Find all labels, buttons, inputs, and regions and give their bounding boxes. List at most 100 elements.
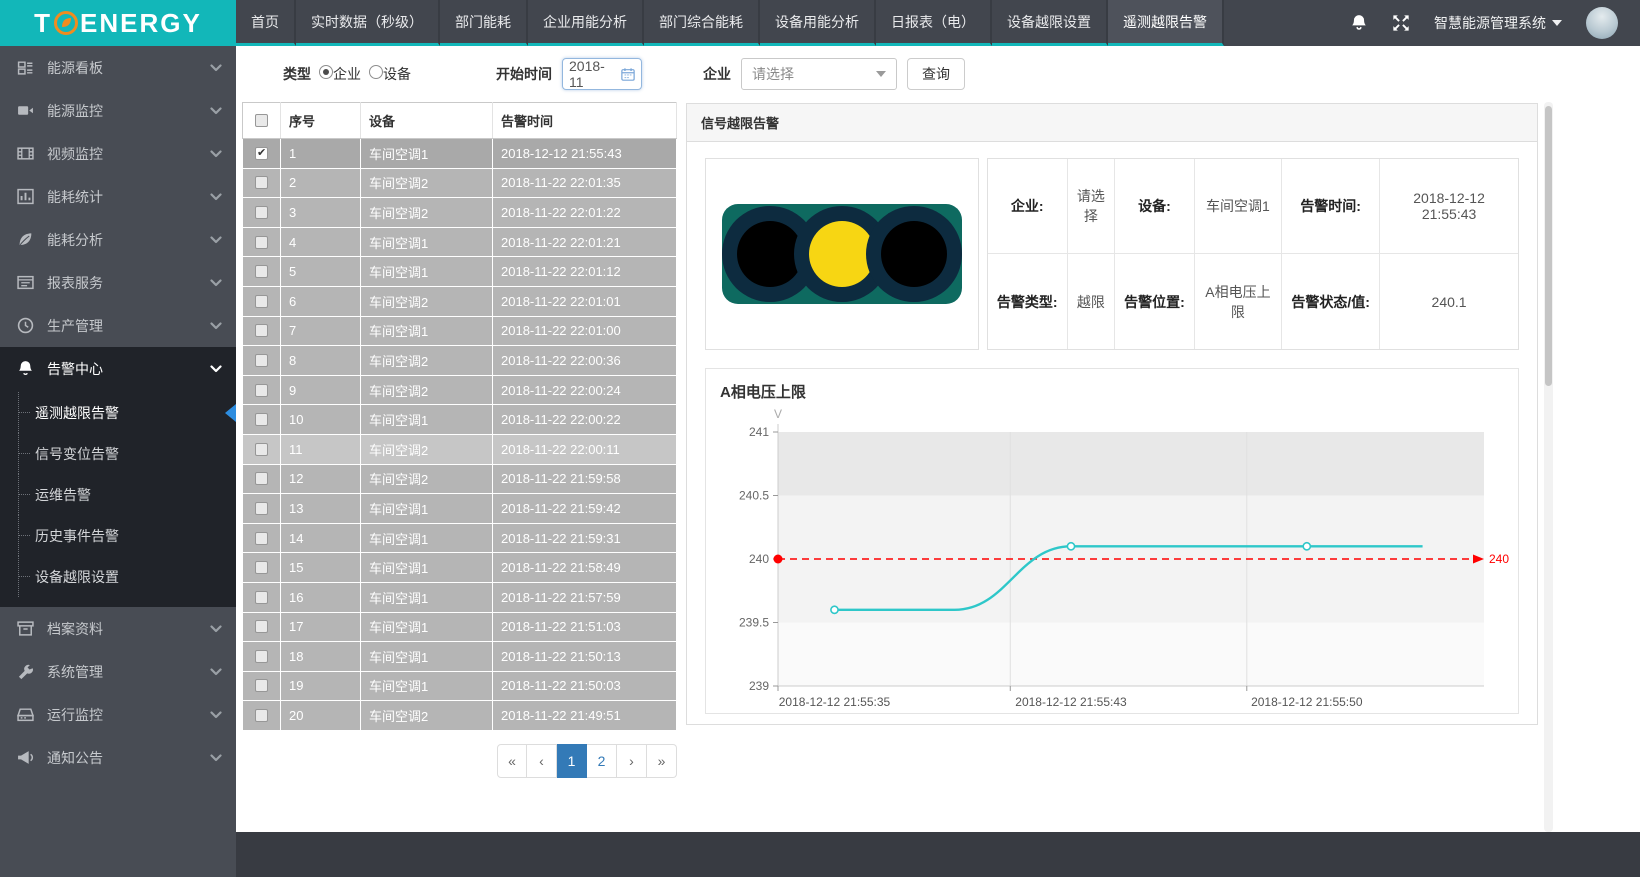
table-row[interactable]: 7车间空调12018-11-22 22:01:00 — [243, 316, 677, 346]
table-row[interactable]: 2车间空调22018-11-22 22:01:35 — [243, 168, 677, 198]
page-first-button[interactable]: « — [497, 744, 527, 778]
row-checkbox[interactable] — [255, 591, 268, 604]
start-time-input[interactable]: 2018-11 — [562, 58, 642, 90]
table-row[interactable]: 19车间空调12018-11-22 21:50:03 — [243, 671, 677, 701]
row-checkbox[interactable] — [255, 295, 268, 308]
table-row[interactable]: 14车间空调12018-11-22 21:59:31 — [243, 523, 677, 553]
sidebar-subitem[interactable]: 信号变位告警 — [0, 433, 236, 474]
page-number-button[interactable]: 2 — [587, 744, 617, 778]
table-row[interactable]: 3车间空调22018-11-22 22:01:22 — [243, 198, 677, 228]
brand-logo[interactable]: T ENERGY — [0, 0, 236, 46]
detail-field-value: A相电压上限 — [1195, 254, 1282, 349]
type-radio[interactable] — [319, 65, 333, 79]
table-row[interactable]: 13车间空调12018-11-22 21:59:42 — [243, 494, 677, 524]
table-row[interactable]: 10车间空调12018-11-22 22:00:22 — [243, 405, 677, 435]
page-number-button[interactable]: 1 — [557, 744, 587, 778]
row-checkbox[interactable] — [255, 561, 268, 574]
system-menu[interactable]: 智慧能源管理系统 — [1434, 13, 1562, 33]
sidebar-subitem[interactable]: 设备越限设置 — [0, 556, 236, 597]
table-row[interactable]: 1车间空调12018-12-12 21:55:43 — [243, 139, 677, 169]
row-checkbox[interactable] — [255, 443, 268, 456]
sidebar-subitem[interactable]: 历史事件告警 — [0, 515, 236, 556]
sidebar-item[interactable]: 通知公告 — [0, 736, 236, 779]
type-radio[interactable] — [369, 65, 383, 79]
table-row[interactable]: 20车间空调22018-11-22 21:49:51 — [243, 701, 677, 731]
filter-bar: 类型 企业设备 开始时间 2018-11 企业 请选择 — [236, 46, 1640, 102]
row-checkbox[interactable] — [255, 206, 268, 219]
sidebar-item[interactable]: 生产管理 — [0, 304, 236, 347]
sidebar-item[interactable]: 运行监控 — [0, 693, 236, 736]
fullscreen-icon[interactable] — [1392, 14, 1410, 32]
table-row[interactable]: 12车间空调22018-11-22 21:59:58 — [243, 464, 677, 494]
calendar-icon[interactable] — [621, 67, 635, 82]
type-radio-label[interactable]: 企业 — [333, 66, 361, 82]
page-prev-button[interactable]: ‹ — [527, 744, 557, 778]
row-checkbox[interactable] — [255, 709, 268, 722]
sidebar-item[interactable]: 视频监控 — [0, 132, 236, 175]
cell-no: 14 — [281, 523, 361, 553]
row-checkbox[interactable] — [255, 532, 268, 545]
nav-item[interactable]: 遥测越限告警 — [1108, 0, 1224, 46]
detail-field-label: 告警位置: — [1115, 254, 1195, 349]
table-row[interactable]: 16车间空调12018-11-22 21:57:59 — [243, 582, 677, 612]
sidebar-item[interactable]: 能耗统计 — [0, 175, 236, 218]
notification-bell-icon[interactable] — [1350, 14, 1368, 32]
sidebar-item[interactable]: 系统管理 — [0, 650, 236, 693]
table-row[interactable]: 9车间空调22018-11-22 22:00:24 — [243, 375, 677, 405]
sidebar-item[interactable]: 能源监控 — [0, 89, 236, 132]
active-item-arrow-icon — [225, 404, 236, 422]
cell-time: 2018-11-22 22:01:22 — [493, 198, 677, 228]
cell-time: 2018-11-22 22:01:35 — [493, 168, 677, 198]
query-button[interactable]: 查询 — [907, 58, 965, 90]
sidebar-subitem[interactable]: 遥测越限告警 — [0, 392, 236, 433]
row-checkbox[interactable] — [255, 354, 268, 367]
table-row[interactable]: 8车间空调22018-11-22 22:00:36 — [243, 346, 677, 376]
cell-time: 2018-11-22 21:59:31 — [493, 523, 677, 553]
sidebar-item[interactable]: 报表服务 — [0, 261, 236, 304]
sidebar-item[interactable]: 能耗分析 — [0, 218, 236, 261]
cell-device: 车间空调2 — [361, 346, 493, 376]
select-all-checkbox[interactable] — [255, 114, 268, 127]
table-row[interactable]: 4车间空调12018-11-22 22:01:21 — [243, 227, 677, 257]
cell-time: 2018-11-22 22:00:22 — [493, 405, 677, 435]
table-row[interactable]: 11车间空调22018-11-22 22:00:11 — [243, 434, 677, 464]
sidebar-item[interactable]: 档案资料 — [0, 607, 236, 650]
table-row[interactable]: 5车间空调12018-11-22 22:01:12 — [243, 257, 677, 287]
nav-item[interactable]: 设备用能分析 — [760, 0, 876, 46]
row-checkbox[interactable] — [255, 265, 268, 278]
row-checkbox[interactable] — [255, 147, 268, 160]
nav-item[interactable]: 首页 — [236, 0, 296, 46]
logo-text-t: T — [34, 8, 52, 39]
row-checkbox[interactable] — [255, 502, 268, 515]
row-checkbox[interactable] — [255, 324, 268, 337]
row-checkbox[interactable] — [255, 472, 268, 485]
nav-item[interactable]: 企业用能分析 — [528, 0, 644, 46]
sidebar-item[interactable]: 能源看板 — [0, 46, 236, 89]
row-checkbox[interactable] — [255, 650, 268, 663]
enterprise-select[interactable]: 请选择 — [741, 58, 897, 90]
type-radio-label[interactable]: 设备 — [383, 66, 411, 82]
table-row[interactable]: 18车间空调12018-11-22 21:50:13 — [243, 642, 677, 672]
row-checkbox[interactable] — [255, 679, 268, 692]
nav-item[interactable]: 部门能耗 — [440, 0, 528, 46]
page-last-button[interactable]: » — [647, 744, 677, 778]
cell-no: 20 — [281, 701, 361, 731]
row-checkbox[interactable] — [255, 176, 268, 189]
nav-item[interactable]: 实时数据（秒级） — [296, 0, 440, 46]
row-checkbox[interactable] — [255, 620, 268, 633]
row-checkbox[interactable] — [255, 384, 268, 397]
sidebar-subitem[interactable]: 运维告警 — [0, 474, 236, 515]
table-row[interactable]: 15车间空调12018-11-22 21:58:49 — [243, 553, 677, 583]
user-avatar[interactable] — [1586, 7, 1618, 39]
nav-item[interactable]: 部门综合能耗 — [644, 0, 760, 46]
row-checkbox[interactable] — [255, 413, 268, 426]
sidebar-item[interactable]: 告警中心 — [0, 347, 236, 390]
scrollbar-thumb[interactable] — [1545, 106, 1552, 386]
nav-item[interactable]: 日报表（电） — [876, 0, 992, 46]
scrollbar-track[interactable] — [1544, 102, 1553, 832]
row-checkbox[interactable] — [255, 236, 268, 249]
table-row[interactable]: 6车间空调22018-11-22 22:01:01 — [243, 286, 677, 316]
nav-item[interactable]: 设备越限设置 — [992, 0, 1108, 46]
page-next-button[interactable]: › — [617, 744, 647, 778]
table-row[interactable]: 17车间空调12018-11-22 21:51:03 — [243, 612, 677, 642]
